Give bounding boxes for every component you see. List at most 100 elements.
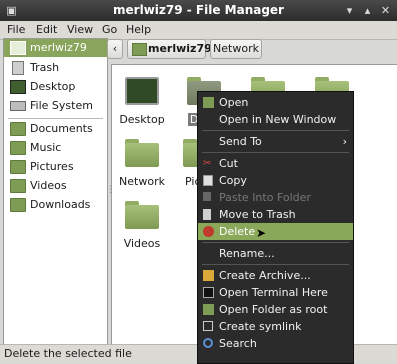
minimize-icon[interactable]: ▾ <box>342 3 357 18</box>
trash-icon <box>203 209 211 220</box>
menu-separator <box>202 152 349 153</box>
menu-go[interactable]: Go <box>102 23 117 36</box>
sidebar-item-label: Music <box>30 141 62 154</box>
search-icon <box>203 338 213 348</box>
window-menu-icon[interactable]: ▣ <box>4 3 19 18</box>
sidebar-item-home[interactable]: merlwiz79 <box>4 39 107 57</box>
file-item[interactable]: Network <box>112 139 172 188</box>
copy-icon <box>203 175 213 186</box>
menu-item-cut[interactable]: ✂ Cut <box>198 155 353 172</box>
menu-item-label: Copy <box>219 174 247 187</box>
menu-separator <box>202 130 349 131</box>
chevron-right-icon: › <box>342 135 347 148</box>
menu-item-delete[interactable]: Delete ➤ <box>198 223 353 240</box>
sidebar: merlwiz79 Trash Desktop File System Docu… <box>3 38 108 346</box>
sidebar-item-label: Desktop <box>30 80 76 93</box>
terminal-icon <box>203 287 214 298</box>
folder-icon <box>10 122 26 136</box>
menu-item-create-archive[interactable]: Create Archive... <box>198 267 353 284</box>
menu-item-search[interactable]: Search <box>198 335 353 352</box>
sidebar-item-pictures[interactable]: Pictures <box>4 158 107 176</box>
home-icon <box>132 43 147 56</box>
link-icon <box>203 321 213 331</box>
folder-icon <box>10 160 26 174</box>
chevron-left-icon: ‹ <box>112 42 118 55</box>
folder-icon <box>10 141 26 155</box>
desktop-icon <box>10 80 26 94</box>
title-bar: ▣ merlwiz79 - File Manager ▾ ▴ ✕ <box>0 0 397 21</box>
folder-icon <box>125 139 159 167</box>
scissors-icon: ✂ <box>203 158 212 169</box>
path-label: merlwiz79 <box>148 42 212 55</box>
menu-item-rename[interactable]: Rename... <box>198 245 353 262</box>
desktop-icon <box>125 77 159 105</box>
sidebar-item-videos[interactable]: Videos <box>4 177 107 195</box>
menu-item-send-to[interactable]: Send To › <box>198 133 353 150</box>
menu-item-label: Search <box>219 337 257 350</box>
archive-icon <box>203 270 214 281</box>
menu-help[interactable]: Help <box>126 23 151 36</box>
drive-icon <box>10 101 26 111</box>
folder-icon <box>10 179 26 193</box>
menu-separator <box>202 242 349 243</box>
menu-item-open[interactable]: Open <box>198 94 353 111</box>
sidebar-item-label: Pictures <box>30 160 74 173</box>
mouse-pointer-icon: ➤ <box>256 226 267 240</box>
sidebar-item-label: Documents <box>30 122 93 135</box>
path-button-home[interactable]: merlwiz79 <box>127 39 212 59</box>
sidebar-item-filesystem[interactable]: File System <box>4 97 107 115</box>
sidebar-item-label: merlwiz79 <box>30 41 87 54</box>
path-button-network[interactable]: Network <box>210 39 262 59</box>
delete-icon <box>203 226 214 237</box>
menu-item-label: Create symlink <box>219 320 302 333</box>
menu-item-label: Move to Trash <box>219 208 296 221</box>
menu-item-label: Create Archive... <box>219 269 311 282</box>
file-label: Network <box>119 175 165 188</box>
context-menu: Open Open in New Window Send To › ✂ Cut … <box>197 91 354 364</box>
menu-item-label: Rename... <box>219 247 275 260</box>
sidebar-item-desktop[interactable]: Desktop <box>4 78 107 96</box>
folder-icon <box>203 97 214 108</box>
menu-item-create-symlink[interactable]: Create symlink <box>198 318 353 335</box>
menu-file[interactable]: File <box>7 23 25 36</box>
sidebar-item-music[interactable]: Music <box>4 139 107 157</box>
menu-item-open-new-window[interactable]: Open in New Window <box>198 111 353 128</box>
paste-icon <box>203 192 211 201</box>
menu-item-label: Delete <box>219 225 256 238</box>
menu-item-move-to-trash[interactable]: Move to Trash <box>198 206 353 223</box>
window-title: merlwiz79 - File Manager <box>113 3 284 17</box>
menu-item-label: Open Terminal Here <box>219 286 328 299</box>
back-button[interactable]: ‹ <box>107 39 123 59</box>
sidebar-divider <box>8 118 103 119</box>
folder-icon <box>10 198 26 212</box>
location-bar: ‹ merlwiz79 Network <box>106 38 397 62</box>
sidebar-item-trash[interactable]: Trash <box>4 59 107 77</box>
menu-item-copy[interactable]: Copy <box>198 172 353 189</box>
close-icon[interactable]: ✕ <box>378 3 393 18</box>
file-label: Videos <box>123 237 161 250</box>
trash-icon <box>12 61 24 75</box>
sidebar-item-documents[interactable]: Documents <box>4 120 107 138</box>
home-icon <box>10 41 26 55</box>
menu-view[interactable]: View <box>67 23 93 36</box>
menu-item-open-folder-root[interactable]: Open Folder as root <box>198 301 353 318</box>
maximize-icon[interactable]: ▴ <box>360 3 375 18</box>
menu-item-label: Open in New Window <box>219 113 337 126</box>
pane-resize-handle[interactable]: ⋮ <box>106 185 115 195</box>
menu-item-label: Open Folder as root <box>219 303 328 316</box>
menu-item-label: Cut <box>219 157 238 170</box>
file-item[interactable]: Desktop <box>112 77 172 126</box>
menu-edit[interactable]: Edit <box>36 23 57 36</box>
file-item[interactable]: Videos <box>112 201 172 250</box>
sidebar-item-label: Videos <box>30 179 67 192</box>
sidebar-item-label: Downloads <box>30 198 91 211</box>
menu-item-label: Paste Into Folder <box>219 191 311 204</box>
menu-item-paste-into-folder[interactable]: Paste Into Folder <box>198 189 353 206</box>
menu-item-open-terminal[interactable]: Open Terminal Here <box>198 284 353 301</box>
file-label: Desktop <box>119 113 165 126</box>
folder-icon <box>203 304 214 315</box>
menu-separator <box>202 264 349 265</box>
menu-item-label: Send To <box>219 135 262 148</box>
sidebar-item-downloads[interactable]: Downloads <box>4 196 107 214</box>
sidebar-item-label: Trash <box>30 61 60 74</box>
